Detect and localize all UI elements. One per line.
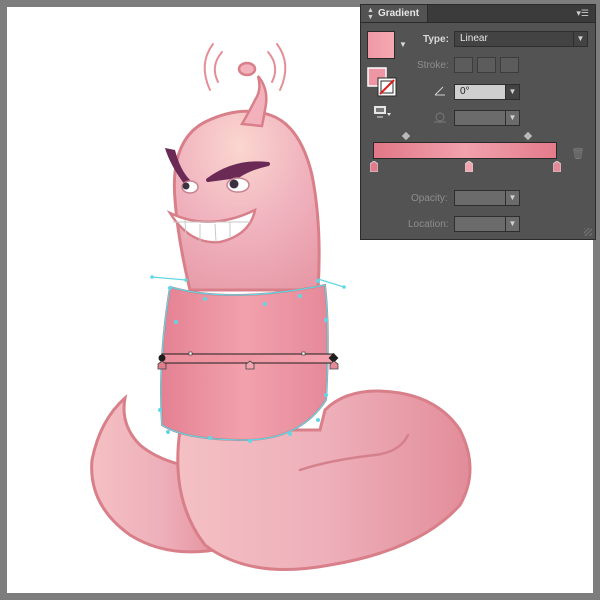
gradient-panel: ▲ ▼ Gradient ▾☰ ▼ Type: Linear ▼ Stroke: …	[360, 4, 596, 240]
midpoint-diamond-icon[interactable]	[401, 131, 411, 141]
type-value: Linear	[460, 33, 488, 44]
opacity-field[interactable]: ▼	[454, 190, 520, 206]
chevron-down-icon: ▼	[573, 32, 587, 46]
collapse-arrows-icon[interactable]: ▲ ▼	[367, 7, 374, 21]
gradient-swatch[interactable]	[367, 31, 395, 59]
antenna	[239, 75, 268, 128]
panel-menu-icon[interactable]: ▾☰	[576, 8, 589, 19]
stroke-within-button[interactable]	[454, 57, 473, 73]
midpoint-diamond-icon[interactable]	[523, 131, 533, 141]
swatch-dropdown-icon[interactable]: ▼	[399, 40, 407, 49]
chevron-down-icon: ▼	[505, 85, 519, 99]
aspect-ratio-icon	[434, 112, 446, 123]
chevron-down-icon: ▼	[505, 111, 519, 125]
color-stop-icon[interactable]	[370, 161, 378, 172]
type-label: Type:	[423, 34, 449, 45]
chevron-down-icon: ▼	[505, 217, 519, 231]
fill-stroke-icon[interactable]	[367, 67, 399, 99]
color-stop-icon[interactable]	[465, 161, 473, 172]
panel-header: ▲ ▼ Gradient ▾☰	[361, 5, 595, 23]
stroke-along-button[interactable]	[477, 57, 496, 73]
type-dropdown[interactable]: Linear ▼	[454, 31, 588, 47]
location-field[interactable]: ▼	[454, 216, 520, 232]
tab-gradient[interactable]: ▲ ▼ Gradient	[361, 5, 429, 22]
stroke-across-button[interactable]	[500, 57, 519, 73]
opacity-label: Opacity:	[411, 193, 448, 204]
panel-title: Gradient	[377, 8, 420, 19]
angle-value: 0°	[460, 86, 470, 97]
resize-grip-icon[interactable]	[584, 228, 592, 236]
trash-icon[interactable]: 🗑	[571, 147, 585, 160]
angle-field[interactable]: 0° ▼	[454, 84, 520, 100]
gradient-slider[interactable]	[373, 142, 557, 159]
angle-icon	[434, 86, 445, 96]
color-stop-icon[interactable]	[553, 161, 561, 172]
chevron-down-icon: ▼	[505, 191, 519, 205]
worm-head	[172, 109, 321, 292]
aspect-ratio-field[interactable]: ▼	[454, 110, 520, 126]
reverse-gradient-icon[interactable]	[373, 105, 393, 119]
stroke-label: Stroke:	[417, 60, 449, 71]
location-label: Location:	[408, 219, 449, 230]
